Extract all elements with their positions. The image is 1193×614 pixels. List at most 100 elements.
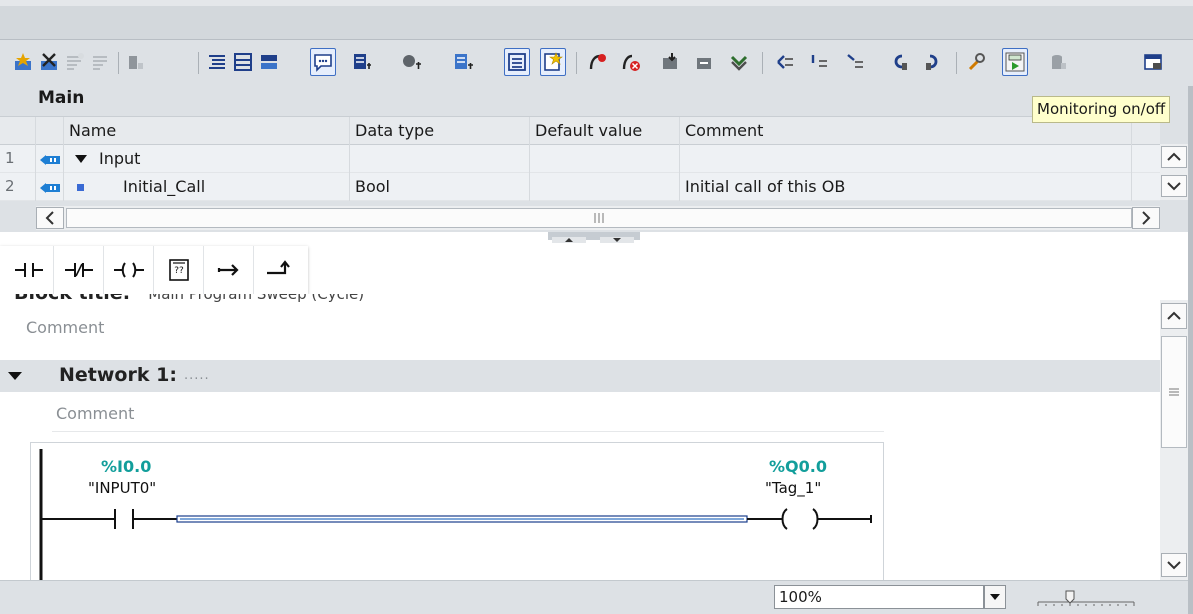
collapse-network-icon[interactable]: [8, 371, 22, 381]
expand-call-icon[interactable]: [842, 48, 868, 76]
row-data-type[interactable]: Bool: [350, 173, 530, 201]
ladder-rung: [39, 449, 872, 580]
monitoring-toggle-icon[interactable]: [1002, 48, 1028, 76]
block-title-value[interactable]: Main Program Sweep (Cycle): [148, 294, 364, 303]
normally-open-contact-icon[interactable]: [4, 246, 54, 294]
column-header-data-type[interactable]: Data type: [350, 117, 530, 145]
empty-box-icon[interactable]: ??: [154, 246, 204, 294]
monitoring-tooltip: Monitoring on/off: [1032, 96, 1171, 123]
instruction-favorites-bar: ??: [0, 246, 308, 294]
interface-title: Main: [38, 88, 85, 108]
network-view-icon[interactable]: [230, 48, 256, 76]
row-name: Initial_Call: [123, 177, 206, 196]
compare-offline-icon[interactable]: [658, 48, 684, 76]
plc-tags-icon[interactable]: [124, 48, 150, 76]
open-all-networks-icon[interactable]: [504, 48, 530, 76]
row-default-value[interactable]: [530, 145, 680, 173]
toolbar-separator: [576, 52, 577, 74]
status-bar: 100%: [0, 580, 1193, 614]
output-coil-icon[interactable]: [104, 246, 154, 294]
column-header-default-value[interactable]: Default value: [530, 117, 680, 145]
tag-info-icon[interactable]: [450, 48, 476, 76]
scroll-down-button[interactable]: [1161, 175, 1187, 197]
row-comment[interactable]: [680, 145, 1132, 173]
top-band-strip: [0, 0, 1193, 6]
collapse-networks-icon[interactable]: [256, 48, 282, 76]
zoom-slider[interactable]: [1036, 587, 1136, 609]
top-band: [0, 0, 1193, 40]
interface-vertical-scrollbar[interactable]: [1160, 144, 1188, 200]
normally-closed-contact-icon[interactable]: [54, 246, 104, 294]
header-cell-rownum: [0, 117, 36, 145]
editor-vertical-scrollbar[interactable]: [1160, 300, 1188, 580]
step-into-icon[interactable]: [886, 48, 912, 76]
network-header[interactable]: Network 1: .....: [0, 360, 1160, 392]
network-title: Network 1:: [59, 364, 177, 386]
interface-section-icon: [36, 145, 64, 173]
row-number: 1: [0, 145, 36, 173]
row-name: Input: [99, 149, 141, 168]
block-editor-toolbar: [0, 40, 1193, 86]
zoom-dropdown-button[interactable]: [984, 585, 1006, 609]
input-param-icon: [36, 173, 64, 201]
toolbar-separator: [956, 52, 957, 74]
insert-network-icon[interactable]: [62, 48, 88, 76]
delete-network-icon[interactable]: [88, 48, 114, 76]
block-comment[interactable]: Comment: [26, 318, 104, 337]
set-breakpoint-icon[interactable]: [584, 48, 610, 76]
ladder-editor: Block title: Main Program Sweep (Cycle) C…: [0, 294, 1160, 580]
row-comment[interactable]: Initial call of this OB: [680, 173, 1132, 201]
interface-table: Name Data type Default value Comment 1 I…: [0, 116, 1160, 201]
editor-scroll-up-button[interactable]: [1161, 303, 1187, 329]
network-title-placeholder[interactable]: .....: [184, 368, 210, 383]
block-title: Block title: Main Program Sweep (Cycle): [14, 294, 364, 304]
delete-row-icon[interactable]: [36, 48, 62, 76]
scroll-left-button[interactable]: [36, 207, 64, 229]
editor-scroll-thumb[interactable]: [1161, 336, 1187, 448]
modify-tag-icon[interactable]: [964, 48, 990, 76]
pane-splitter[interactable]: [548, 232, 640, 243]
row-default-value[interactable]: [530, 173, 680, 201]
row-number: 2: [0, 173, 36, 201]
column-header-name[interactable]: Name: [64, 117, 350, 145]
window-edge: [1188, 86, 1193, 614]
download-icon[interactable]: [726, 48, 752, 76]
absolute-operands-icon[interactable]: [348, 48, 374, 76]
table-row[interactable]: 1 Input: [0, 145, 1160, 173]
favorites-bar-icon[interactable]: [540, 48, 566, 76]
ladder-network: %I0.0 "INPUT0" %Q0.0 "Tag_1": [30, 442, 884, 580]
favorites-dropdown-icon[interactable]: [398, 48, 424, 76]
scroll-right-button[interactable]: [1132, 207, 1160, 229]
zoom-select[interactable]: 100%: [774, 585, 984, 609]
chevron-down-icon: [990, 594, 1000, 600]
row-name-cell[interactable]: Input: [64, 145, 350, 173]
toolbar-separator: [762, 52, 763, 74]
expand-triangle-icon[interactable]: [75, 154, 87, 164]
svg-text:??: ??: [174, 266, 184, 276]
interface-header-row: Name Data type Default value Comment: [0, 117, 1160, 145]
open-branch-icon[interactable]: [204, 246, 254, 294]
window-layout-icon[interactable]: [1140, 48, 1166, 76]
show-list-icon[interactable]: [204, 48, 230, 76]
coil-symbol[interactable]: [777, 508, 872, 530]
comments-toggle-icon[interactable]: [310, 48, 336, 76]
scroll-up-button[interactable]: [1161, 146, 1187, 168]
compare-online-icon[interactable]: [692, 48, 718, 76]
toolbar-separator: [198, 52, 199, 74]
network-comment-box[interactable]: Comment: [52, 398, 884, 432]
row-data-type[interactable]: [350, 145, 530, 173]
step-out-icon[interactable]: [920, 48, 946, 76]
row-name-cell[interactable]: Initial_Call: [64, 173, 350, 201]
table-row[interactable]: 2 Initial_Call Bool Initial call of this…: [0, 173, 1160, 201]
contact-symbol[interactable]: [114, 509, 177, 529]
go-to-previous-icon[interactable]: [806, 48, 832, 76]
tag-marker-icon: [77, 184, 84, 191]
remove-breakpoint-icon[interactable]: [618, 48, 644, 76]
database-icon[interactable]: [1046, 48, 1072, 76]
insert-row-icon[interactable]: [10, 48, 36, 76]
editor-scroll-down-button[interactable]: [1161, 553, 1187, 577]
close-branch-icon[interactable]: [254, 246, 304, 294]
interface-horizontal-scrollbar[interactable]: [36, 206, 1160, 230]
horizontal-scroll-thumb[interactable]: [66, 208, 1132, 228]
go-to-next-icon[interactable]: [772, 48, 798, 76]
